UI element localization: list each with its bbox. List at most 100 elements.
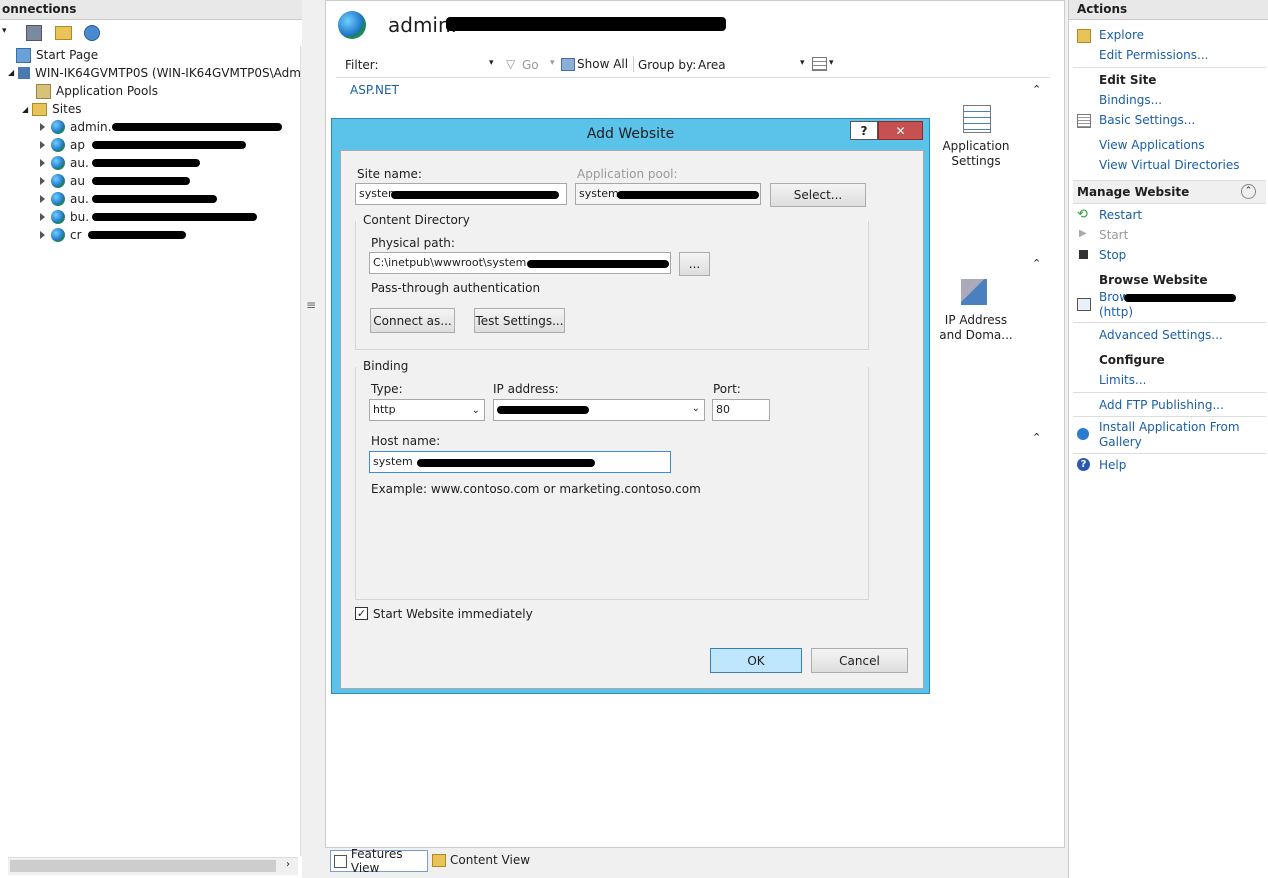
view-virtual-directories-link[interactable]: View Virtual Directories — [1099, 158, 1240, 172]
aspnet-group-label[interactable]: ASP.NET — [350, 83, 399, 97]
view-applications-link[interactable]: View Applications — [1099, 138, 1205, 152]
actions-header: Actions — [1069, 0, 1268, 20]
ip-restrictions-icon — [961, 279, 987, 305]
add-website-dialog: Add Website ? ✕ Site name: system Applic… — [331, 118, 930, 694]
test-settings-button[interactable]: Test Settings... — [474, 308, 565, 333]
install-gallery-link-line2[interactable]: Gallery — [1099, 435, 1142, 449]
explore-link[interactable]: Explore — [1099, 28, 1144, 42]
splitter-grip-icon: ≡ — [306, 298, 317, 312]
stop-link[interactable]: Stop — [1099, 248, 1126, 262]
group-by-select[interactable]: Area — [698, 58, 726, 72]
chevron-down-icon[interactable]: ⌄ — [472, 403, 480, 419]
app-pools-icon — [36, 83, 51, 99]
connect-as-button[interactable]: Connect as... — [370, 308, 455, 333]
tree-site[interactable]: au. — [40, 190, 89, 208]
scroll-right-icon[interactable]: › — [286, 859, 290, 870]
manage-website-header: Manage Website — [1077, 185, 1190, 199]
globe-icon — [51, 192, 65, 206]
port-input[interactable]: 80 — [712, 399, 770, 421]
tree-site[interactable]: cr — [40, 226, 82, 244]
expand-icon[interactable] — [40, 231, 45, 239]
type-select[interactable]: http ⌄ — [369, 399, 485, 421]
close-button[interactable]: ✕ — [878, 121, 923, 140]
group-by-dropdown-icon[interactable]: ▾ — [800, 58, 805, 68]
divider — [1073, 322, 1266, 323]
edit-site-header: Edit Site — [1099, 73, 1157, 87]
basic-settings-link[interactable]: Basic Settings... — [1099, 113, 1195, 127]
connections-pane: onnections ▾ Start Page ◢ WIN-IK64GVMTP0… — [0, 0, 326, 878]
pane-splitter[interactable]: ≡ — [302, 0, 320, 878]
connections-header: onnections — [0, 0, 320, 20]
collapse-icon[interactable]: ◢ — [22, 105, 28, 114]
go-dropdown-icon[interactable]: ▾ — [550, 58, 555, 68]
bindings-link[interactable]: Bindings... — [1099, 93, 1162, 107]
expand-icon[interactable] — [40, 195, 45, 203]
select-app-pool-button[interactable]: Select... — [770, 183, 866, 207]
basic-settings-icon — [1077, 114, 1091, 128]
manage-website-header-bar[interactable]: Manage Website ⌃ — [1073, 180, 1266, 204]
tree-sites[interactable]: ◢ Sites — [22, 100, 81, 118]
scrollbar-thumb[interactable] — [10, 860, 276, 872]
view-mode-icon[interactable] — [812, 57, 827, 71]
edit-permissions-link[interactable]: Edit Permissions... — [1099, 48, 1208, 62]
expand-icon[interactable] — [40, 159, 45, 167]
dropdown-arrow-icon[interactable]: ▾ — [2, 26, 7, 36]
ok-button[interactable]: OK — [710, 648, 802, 673]
divider — [1073, 392, 1266, 393]
tree-site[interactable]: ap — [40, 136, 85, 154]
show-all-button[interactable]: Show All — [577, 57, 628, 71]
filter-dropdown-icon[interactable]: ▾ — [489, 58, 494, 68]
add-ftp-publishing-link[interactable]: Add FTP Publishing... — [1099, 398, 1224, 412]
tree-site[interactable]: au. — [40, 154, 89, 172]
tree-site[interactable]: au — [40, 172, 85, 190]
start-immediately-checkbox[interactable]: ✓ — [355, 607, 368, 620]
collapse-section-icon[interactable]: ⌃ — [1241, 184, 1256, 199]
collapse-group-icon[interactable]: ⌃ — [1032, 431, 1041, 444]
tab-features-view[interactable]: Features View — [330, 847, 428, 875]
filter-label: Filter: — [345, 58, 379, 72]
go-button[interactable]: Go — [522, 58, 539, 72]
tree-site[interactable]: admin. — [40, 118, 111, 136]
site-globe-icon — [338, 11, 366, 39]
browse-http-label[interactable]: (http) — [1099, 305, 1133, 319]
help-button[interactable]: ? — [850, 121, 878, 140]
redacted-text — [92, 159, 200, 167]
tree-site[interactable]: bu. — [40, 208, 89, 226]
filter-input[interactable] — [386, 55, 506, 73]
collapse-group-icon[interactable]: ⌃ — [1032, 83, 1041, 96]
collapse-icon[interactable]: ◢ — [8, 68, 14, 77]
disconnect-icon[interactable] — [84, 25, 100, 41]
help-link[interactable]: Help — [1099, 458, 1126, 472]
collapse-group-icon[interactable]: ⌃ — [1032, 257, 1041, 270]
tree-horizontal-scrollbar[interactable]: › — [8, 857, 298, 875]
redacted-text — [92, 141, 246, 149]
redacted-text — [617, 191, 759, 199]
save-icon[interactable] — [26, 25, 42, 41]
ip-address-label: IP address: — [493, 382, 559, 396]
redacted-text — [88, 231, 186, 239]
app-settings-label: Application Settings — [942, 139, 1010, 168]
filter-funnel-icon: ▽ — [506, 57, 516, 71]
tree-app-pools[interactable]: Application Pools — [36, 82, 158, 100]
tree-start-page[interactable]: Start Page — [16, 46, 98, 64]
restart-link[interactable]: Restart — [1099, 208, 1142, 222]
expand-icon[interactable] — [40, 213, 45, 221]
globe-icon — [51, 138, 65, 152]
expand-icon[interactable] — [40, 177, 45, 185]
cancel-button[interactable]: Cancel — [811, 648, 908, 673]
chevron-down-icon[interactable]: ⌄ — [692, 403, 700, 414]
limits-link[interactable]: Limits... — [1099, 373, 1146, 387]
start-immediately-label[interactable]: Start Website immediately — [373, 607, 533, 621]
feature-ip-address[interactable]: IP Address and Doma... — [931, 277, 1021, 347]
expand-icon[interactable] — [40, 123, 45, 131]
install-gallery-link[interactable]: Install Application From — [1099, 420, 1240, 434]
feature-app-settings[interactable]: Application Settings — [931, 103, 1021, 173]
tree-server[interactable]: ◢ WIN-IK64GVMTP0S (WIN-IK64GVMTP0S\Admin… — [8, 64, 326, 82]
up-folder-icon[interactable] — [55, 26, 72, 40]
physical-path-label: Physical path: — [371, 236, 455, 250]
advanced-settings-link[interactable]: Advanced Settings... — [1099, 328, 1223, 342]
expand-icon[interactable] — [40, 141, 45, 149]
view-mode-dropdown-icon[interactable]: ▾ — [829, 58, 834, 68]
tab-content-view[interactable]: Content View — [432, 850, 532, 870]
browse-path-button[interactable]: ... — [679, 252, 710, 276]
